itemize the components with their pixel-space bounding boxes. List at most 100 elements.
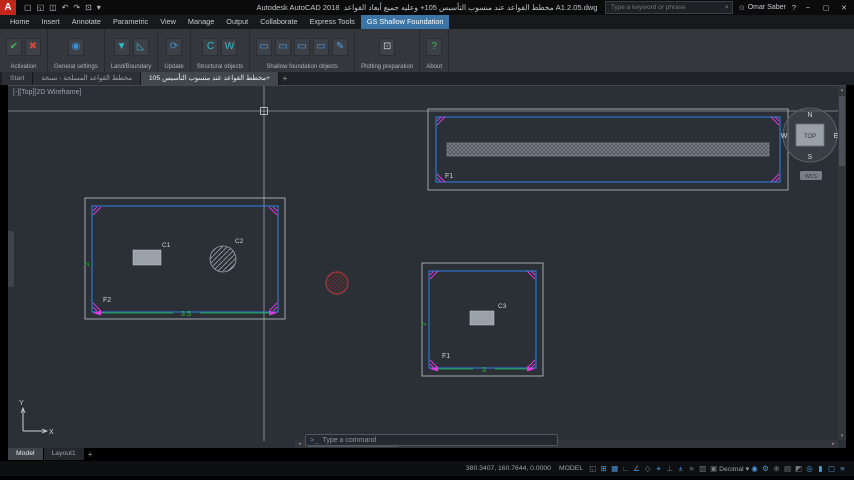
footing-f2-width-dimension[interactable]: 3.5 bbox=[181, 309, 191, 318]
tab-gs-shallow-foundation[interactable]: GS Shallow Foundation bbox=[360, 15, 450, 29]
strip-footing-button[interactable]: ▭ bbox=[294, 38, 311, 56]
isolated-footing-button[interactable]: ▭ bbox=[256, 38, 273, 56]
isometric-drafting-icon[interactable]: ◇ bbox=[642, 464, 653, 473]
coordinates-readout[interactable]: 380.3407, 160.7644, 0.0000 bbox=[466, 465, 551, 472]
scroll-up-icon[interactable]: ▴ bbox=[841, 86, 844, 94]
mat-footing-button[interactable]: ▭ bbox=[313, 38, 330, 56]
general-settings-button[interactable]: ◉ bbox=[67, 38, 84, 56]
boundary-button[interactable]: ◺ bbox=[132, 38, 149, 56]
annotation-monitor-icon[interactable]: ⊕ bbox=[771, 464, 782, 473]
update-button[interactable]: ⟳ bbox=[166, 38, 183, 56]
new-icon[interactable]: ▢ bbox=[24, 3, 32, 12]
command-line[interactable]: >_ Type a command bbox=[305, 434, 558, 446]
tab-output[interactable]: Output bbox=[220, 15, 254, 29]
help-icon[interactable]: ? bbox=[792, 3, 796, 12]
strip-footing-f1[interactable]: F1 bbox=[427, 108, 789, 191]
drawing-canvas[interactable]: F1 C1 C2 F2 3.5 2 C3 F1 3 2 TOP N S W E … bbox=[8, 86, 838, 449]
combined-footing-button[interactable]: ▭ bbox=[275, 38, 292, 56]
autocad-logo-icon[interactable]: A bbox=[0, 0, 16, 15]
file-tab-start[interactable]: Start bbox=[2, 72, 34, 85]
file-tab-current-drawing[interactable]: مخطط القواعد عند منسوب التأسيس 105+ bbox=[140, 72, 279, 85]
close-button[interactable]: ✕ bbox=[838, 4, 850, 12]
annotation-visibility-icon[interactable]: ◉ bbox=[749, 464, 760, 473]
tab-annotate[interactable]: Annotate bbox=[66, 15, 107, 29]
signin-user[interactable]: ⊙ Omar Saber bbox=[739, 4, 786, 12]
plotting-button[interactable]: ⊡ bbox=[379, 38, 396, 56]
footing-f1[interactable]: C3 F1 3 2 bbox=[421, 262, 544, 377]
dynamic-ucs-icon[interactable]: ⊥ bbox=[664, 464, 675, 473]
command-placeholder[interactable]: Type a command bbox=[322, 437, 376, 444]
tab-parametric[interactable]: Parametric bbox=[107, 15, 154, 29]
columns-button[interactable]: C bbox=[202, 38, 219, 56]
file-tab-drawing-2[interactable]: مخطط القواعد المسلحة - نسخة bbox=[33, 72, 141, 85]
viewcube-south[interactable]: S bbox=[808, 154, 813, 161]
deactivate-button[interactable]: ✖ bbox=[25, 38, 41, 56]
snap-mode-icon[interactable]: ⊞ bbox=[598, 464, 609, 473]
layout1-tab[interactable]: Layout1 bbox=[43, 448, 84, 460]
about-button[interactable]: ? bbox=[426, 38, 443, 56]
land-button[interactable]: ▼ bbox=[113, 38, 130, 56]
edit-footing-button[interactable]: ✎ bbox=[332, 38, 349, 56]
plot-icon[interactable]: ⊡ bbox=[85, 3, 92, 12]
model-tab[interactable]: Model bbox=[8, 448, 43, 460]
scroll-left-icon[interactable]: ◂ bbox=[295, 441, 304, 447]
maximize-button[interactable]: ▢ bbox=[820, 4, 832, 12]
search-input[interactable] bbox=[608, 3, 722, 12]
undo-icon[interactable]: ↶ bbox=[62, 3, 69, 12]
units-dropdown[interactable]: Decimal ▾ bbox=[719, 465, 749, 473]
ortho-mode-icon[interactable]: ∟ bbox=[620, 464, 631, 473]
strip-footing-hatch[interactable] bbox=[446, 142, 770, 157]
footing-f1-height-dimension[interactable]: 2 bbox=[421, 322, 428, 326]
scroll-down-icon[interactable]: ▾ bbox=[841, 432, 844, 440]
viewcube-north[interactable]: N bbox=[807, 112, 812, 119]
viewport-controls-label[interactable]: [-][Top][2D Wireframe] bbox=[13, 89, 81, 96]
save-icon[interactable]: ◫ bbox=[49, 3, 57, 12]
redo-icon[interactable]: ↷ bbox=[73, 3, 80, 12]
column-c1[interactable] bbox=[132, 249, 162, 266]
space-label[interactable]: MODEL bbox=[559, 465, 583, 472]
lineweight-icon[interactable]: ≡ bbox=[686, 464, 697, 473]
polar-tracking-icon[interactable]: ∠ bbox=[631, 464, 642, 473]
tab-home[interactable]: Home bbox=[4, 15, 35, 29]
column-c2[interactable] bbox=[209, 245, 237, 273]
tab-manage[interactable]: Manage bbox=[182, 15, 220, 29]
dynamic-input-icon[interactable]: ± bbox=[675, 464, 686, 473]
column-c3[interactable] bbox=[469, 310, 495, 326]
new-layout-button[interactable]: + bbox=[85, 450, 96, 459]
lock-ui-icon[interactable]: ◩ bbox=[793, 464, 804, 473]
clean-screen-icon[interactable]: ▢ bbox=[826, 464, 837, 473]
tab-collaborate[interactable]: Collaborate bbox=[254, 15, 303, 29]
red-marker-circle[interactable] bbox=[325, 271, 349, 295]
tab-view[interactable]: View bbox=[154, 15, 182, 29]
wcs-menu-label[interactable]: WCS bbox=[805, 174, 817, 180]
scroll-right-icon[interactable]: ▸ bbox=[829, 441, 838, 447]
walls-button[interactable]: W bbox=[221, 38, 238, 56]
transparency-icon[interactable]: ▨ bbox=[697, 464, 708, 473]
footing-f2-height-dimension[interactable]: 2 bbox=[84, 262, 91, 266]
isolate-objects-icon[interactable]: ◎ bbox=[804, 464, 815, 473]
minimize-button[interactable]: ‒ bbox=[802, 4, 814, 11]
collapsed-palette-tab[interactable] bbox=[8, 231, 14, 287]
viewcube-top-face[interactable]: TOP bbox=[804, 134, 816, 140]
new-drawing-tab-button[interactable]: + bbox=[279, 72, 291, 85]
footing-f2[interactable]: C1 C2 F2 3.5 2 bbox=[84, 197, 286, 320]
infer-constraints-icon[interactable]: ◱ bbox=[587, 464, 598, 473]
tab-express-tools[interactable]: Express Tools bbox=[304, 15, 361, 29]
workspace-gear-icon[interactable]: ⚙ bbox=[760, 464, 771, 473]
viewcube[interactable]: TOP N S W E WCS bbox=[781, 107, 838, 180]
selection-cycling-icon[interactable]: ▣ bbox=[708, 464, 719, 473]
help-search-box[interactable]: ⌕ bbox=[604, 1, 733, 14]
grid-display-icon[interactable]: ▦ bbox=[609, 464, 620, 473]
open-icon[interactable]: ◱ bbox=[37, 3, 45, 12]
vertical-scrollbar[interactable]: ▴ ▾ bbox=[838, 86, 846, 440]
graphics-performance-icon[interactable]: ▮ bbox=[815, 464, 826, 473]
qat-dropdown-icon[interactable]: ▾ bbox=[97, 3, 101, 12]
model-viewport[interactable]: [-][Top][2D Wireframe] F1 C1 C2 F2 3.5 2… bbox=[8, 85, 846, 448]
search-icon[interactable]: ⌕ bbox=[725, 4, 729, 12]
quick-properties-icon[interactable]: ▤ bbox=[782, 464, 793, 473]
footing-f1-width-dimension[interactable]: 3 bbox=[482, 365, 486, 374]
object-snap-tracking-icon[interactable]: ⌖ bbox=[653, 464, 664, 474]
viewcube-west[interactable]: W bbox=[781, 133, 788, 140]
customize-icon[interactable]: ≡ bbox=[837, 464, 848, 473]
activate-button[interactable]: ✔ bbox=[6, 38, 22, 56]
